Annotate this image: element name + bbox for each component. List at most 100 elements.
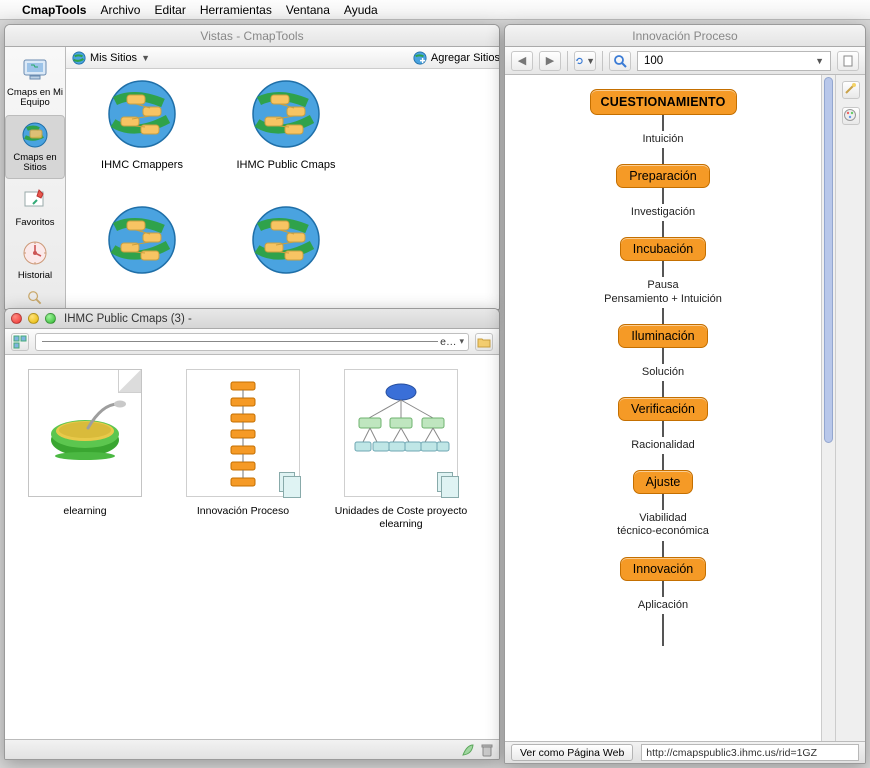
globe-site-icon <box>249 77 323 151</box>
trash-icon[interactable] <box>481 743 493 757</box>
refresh-icon <box>575 54 584 68</box>
edge <box>662 308 664 324</box>
window-diagram: Innovación Proceso ◀ ▶ ▼ 100 ▼ CUESTIONA… <box>504 24 866 764</box>
sidebar-cmaps-equipo[interactable]: Cmaps en Mi Equipo <box>5 51 65 113</box>
my-sites-dropdown[interactable]: Mis Sitios ▼ <box>72 51 150 65</box>
view-as-web-button[interactable]: Ver como Página Web <box>511 744 633 761</box>
file-item[interactable]: Innovación Proceso <box>173 369 313 518</box>
file-label: Innovación Proceso <box>197 505 289 517</box>
site-label: IHMC Cmappers <box>101 159 183 171</box>
site-item[interactable] <box>216 203 356 309</box>
edge <box>662 381 664 397</box>
concept-node[interactable]: Preparación <box>616 164 709 188</box>
zoom-tool-button[interactable] <box>609 51 631 71</box>
ihmc-file-grid: elearning Innovació <box>5 355 499 739</box>
zoom-level-select[interactable]: 100 ▼ <box>637 51 831 71</box>
sidebar-item-label: Favoritos <box>15 217 54 228</box>
app-menu[interactable]: CmapTools <box>22 3 86 17</box>
file-item[interactable]: Unidades de Coste proyecto elearning <box>331 369 471 531</box>
folder-up-icon <box>477 335 491 349</box>
file-label: elearning <box>63 505 106 517</box>
chevron-down-icon: ▼ <box>141 53 150 63</box>
edge <box>662 454 664 470</box>
sidebar-item-label: Cmaps en Mi Equipo <box>7 87 63 108</box>
chevron-down-icon: ▼ <box>586 56 595 66</box>
site-item[interactable]: IHMC Cmappers <box>72 77 212 197</box>
edge <box>662 115 664 131</box>
add-sites-button[interactable]: Agregar Sitios <box>413 51 499 65</box>
globe-plus-icon <box>413 51 427 65</box>
edge <box>662 494 664 510</box>
diagram-canvas[interactable]: CUESTIONAMIENTOIntuiciónPreparaciónInves… <box>505 75 821 741</box>
diagram-statusbar: Ver como Página Web http://cmapspublic3.… <box>505 741 865 763</box>
link-label: Aplicación <box>638 597 688 614</box>
link-label: PausaPensamiento + Intuición <box>604 277 722 307</box>
vertical-scrollbar[interactable] <box>821 75 835 741</box>
sidebar-cmaps-sitios[interactable]: Cmaps en Sitios <box>5 115 65 179</box>
window-controls[interactable] <box>11 313 56 324</box>
vertical-cmap-icon <box>198 378 288 488</box>
thumb-icon <box>13 335 27 349</box>
edge <box>662 614 664 630</box>
edge <box>662 221 664 237</box>
menubar[interactable]: CmapTools Archivo Editar Herramientas Ve… <box>0 0 870 20</box>
scrollbar-thumb[interactable] <box>824 77 833 443</box>
magnifier-icon <box>19 288 51 308</box>
titlebar-ihmc[interactable]: IHMC Public Cmaps (3) - <box>5 309 499 329</box>
view-as-web-label: Ver como Página Web <box>520 747 624 759</box>
url-text: http://cmapspublic3.ihmc.us/rid=1GZ <box>646 747 817 759</box>
file-item[interactable]: elearning <box>15 369 155 518</box>
refresh-button[interactable]: ▼ <box>574 51 596 71</box>
style-tool-button[interactable] <box>842 107 860 125</box>
globe-icon <box>19 119 51 151</box>
concept-node[interactable]: Iluminación <box>618 324 707 348</box>
link-label: Intuición <box>643 131 684 148</box>
cmap-badge-icon <box>437 472 453 492</box>
sidebar-more[interactable] <box>5 288 65 309</box>
page-icon <box>841 54 855 68</box>
sites-grid: IHMC Cmappers IHMC Public Cmaps <box>66 69 499 309</box>
view-mode-button[interactable] <box>11 333 29 351</box>
wand-icon <box>843 82 857 96</box>
wand-tool-button[interactable] <box>842 81 860 99</box>
fit-button[interactable] <box>837 51 859 71</box>
leaf-icon[interactable] <box>461 743 475 757</box>
back-button[interactable]: ◀ <box>511 51 533 71</box>
menu-herramientas[interactable]: Herramientas <box>200 3 272 17</box>
site-item[interactable] <box>72 203 212 309</box>
zoom-icon[interactable] <box>45 313 56 324</box>
globe-icon <box>72 51 86 65</box>
minimize-icon[interactable] <box>28 313 39 324</box>
titlebar-diagram[interactable]: Innovación Proceso <box>505 25 865 47</box>
forward-button[interactable]: ▶ <box>539 51 561 71</box>
concept-node[interactable]: CUESTIONAMIENTO <box>590 89 737 115</box>
vistas-toolbar: Mis Sitios ▼ Agregar Sitios <box>66 47 499 69</box>
globe-site-icon <box>105 77 179 151</box>
sidebar-historial[interactable]: Historial <box>5 234 65 285</box>
concept-node[interactable]: Verificación <box>618 397 708 421</box>
vistas-sidebar: Cmaps en Mi Equipo Cmaps en Sitios Favor… <box>5 47 66 309</box>
menu-editar[interactable]: Editar <box>154 3 185 17</box>
menu-ventana[interactable]: Ventana <box>286 3 330 17</box>
concept-node[interactable]: Innovación <box>620 557 706 581</box>
globe-site-icon <box>105 203 179 277</box>
arrow-left-icon: ◀ <box>518 54 526 67</box>
menu-archivo[interactable]: Archivo <box>100 3 140 17</box>
file-thumbnail <box>344 369 458 497</box>
window-ihmc: IHMC Public Cmaps (3) - e… ▾ <box>4 308 500 760</box>
parent-folder-button[interactable] <box>475 333 493 351</box>
concept-node[interactable]: Incubación <box>620 237 706 261</box>
window-title: IHMC Public Cmaps (3) - <box>64 313 192 325</box>
tool-rail <box>835 75 865 741</box>
computer-icon <box>19 54 51 86</box>
url-field[interactable]: http://cmapspublic3.ihmc.us/rid=1GZ <box>641 744 859 761</box>
menu-ayuda[interactable]: Ayuda <box>344 3 378 17</box>
sidebar-favoritos[interactable]: Favoritos <box>5 181 65 232</box>
ihmc-statusbar <box>5 739 499 759</box>
site-item[interactable]: IHMC Public Cmaps <box>216 77 356 197</box>
concept-node[interactable]: Ajuste <box>633 470 694 494</box>
close-icon[interactable] <box>11 313 22 324</box>
titlebar-vistas[interactable]: Vistas - CmapTools <box>5 25 499 47</box>
breadcrumb[interactable]: e… ▾ <box>35 333 469 351</box>
history-icon <box>19 237 51 269</box>
